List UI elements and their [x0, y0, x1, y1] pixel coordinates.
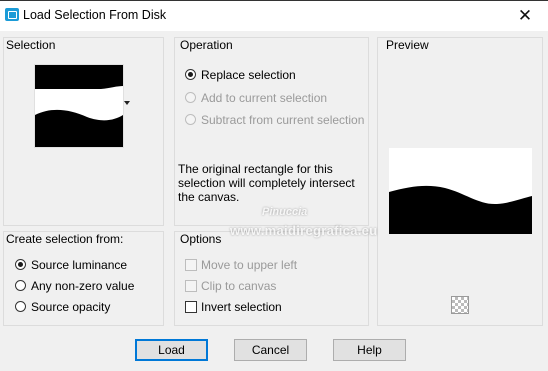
- source-luminance-label: Source luminance: [31, 258, 128, 272]
- radio-indicator[interactable]: [15, 301, 26, 312]
- checkerboard-icon[interactable]: [451, 296, 469, 314]
- add-to-selection-label: Add to current selection: [201, 91, 328, 105]
- operation-note: The original rectangle for this selectio…: [178, 162, 355, 204]
- replace-selection-radio[interactable]: Replace selection: [185, 68, 296, 82]
- preview-canvas: [389, 148, 532, 234]
- source-opacity-label: Source opacity: [31, 300, 111, 314]
- options-label: Options: [180, 232, 222, 246]
- radio-indicator: [185, 92, 196, 103]
- clip-to-canvas-label: Clip to canvas: [201, 279, 277, 293]
- any-non-zero-radio[interactable]: Any non-zero value: [15, 279, 135, 293]
- create-from-label: Create selection from:: [6, 232, 124, 246]
- cancel-button[interactable]: Cancel: [234, 339, 307, 361]
- close-button[interactable]: ✕: [502, 0, 548, 31]
- radio-indicator[interactable]: [185, 69, 196, 80]
- subtract-from-selection-radio: Subtract from current selection: [185, 113, 365, 127]
- any-non-zero-label: Any non-zero value: [31, 279, 135, 293]
- selection-thumbnail-dropdown[interactable]: [34, 64, 124, 148]
- dropdown-arrow-icon[interactable]: [124, 101, 130, 105]
- subtract-from-selection-label: Subtract from current selection: [201, 113, 365, 127]
- radio-indicator[interactable]: [15, 280, 26, 291]
- window-title: Load Selection From Disk: [23, 8, 167, 22]
- watermark-name: Pinuccia: [262, 206, 308, 218]
- checkbox-indicator[interactable]: [185, 301, 197, 313]
- preview-label: Preview: [386, 38, 429, 52]
- move-to-upper-left-checkbox: Move to upper left: [185, 258, 298, 272]
- load-button[interactable]: Load: [135, 339, 208, 361]
- add-to-selection-radio: Add to current selection: [185, 91, 328, 105]
- invert-selection-checkbox[interactable]: Invert selection: [185, 300, 282, 314]
- source-luminance-radio[interactable]: Source luminance: [15, 258, 128, 272]
- move-to-upper-left-label: Move to upper left: [201, 258, 298, 272]
- radio-indicator: [185, 114, 196, 125]
- checkbox-indicator: [185, 259, 197, 271]
- source-opacity-radio[interactable]: Source opacity: [15, 300, 111, 314]
- clip-to-canvas-checkbox: Clip to canvas: [185, 279, 277, 293]
- watermark-url: www.maidiregrafica.eu: [230, 223, 378, 238]
- help-button[interactable]: Help: [333, 339, 406, 361]
- replace-selection-label: Replace selection: [201, 68, 296, 82]
- top-border: [0, 0, 548, 1]
- preview-image: [389, 185, 532, 234]
- invert-selection-label: Invert selection: [201, 300, 282, 314]
- title-bar: Load Selection From Disk ✕: [0, 0, 548, 31]
- selection-label: Selection: [6, 38, 56, 52]
- selection-thumbnail: [35, 65, 123, 147]
- app-icon: [5, 8, 19, 21]
- checkbox-indicator: [185, 280, 197, 292]
- operation-label: Operation: [180, 38, 233, 52]
- radio-indicator[interactable]: [15, 259, 26, 270]
